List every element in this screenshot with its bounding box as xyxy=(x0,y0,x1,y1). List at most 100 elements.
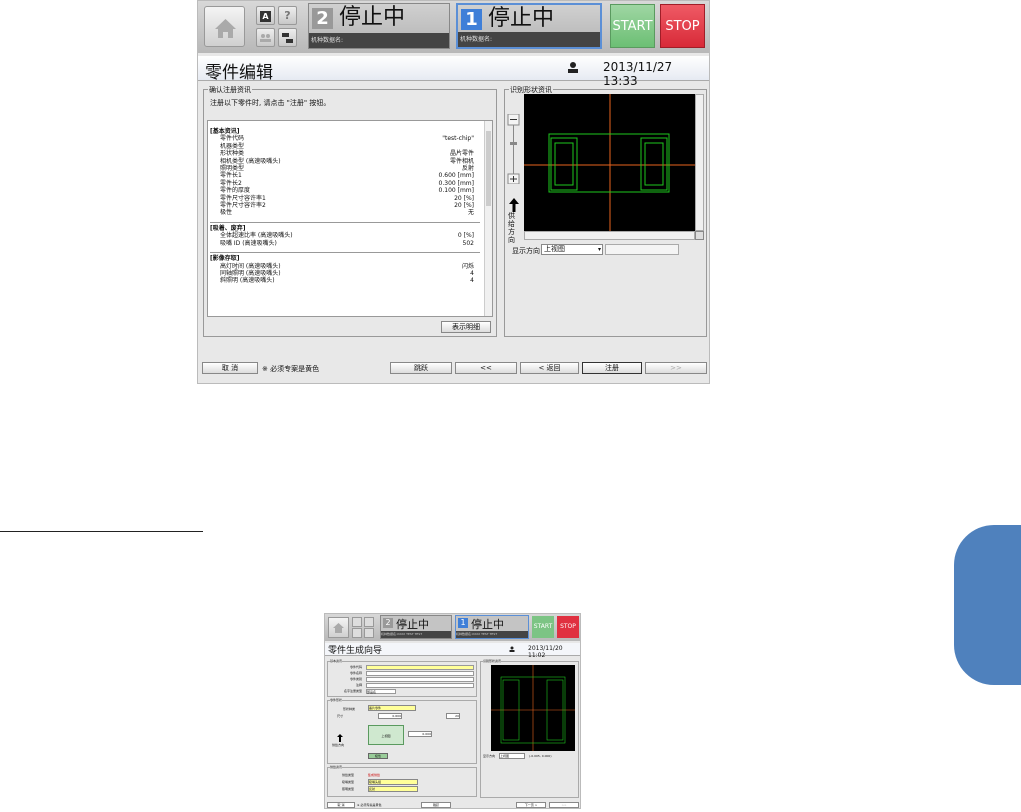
network-button[interactable] xyxy=(278,28,297,47)
help-button[interactable]: ? xyxy=(278,6,297,25)
dimension-input[interactable]: 0.600 xyxy=(378,713,402,719)
info-label: 斜照明 (高速吸嘴头) xyxy=(220,277,275,285)
machine-1-status[interactable]: 1 停止中 机种数据名:XXXX TEST TEST xyxy=(455,615,529,639)
nozzle-select[interactable]: 吸嘴头组 xyxy=(368,779,418,785)
horizontal-scrollbar[interactable] xyxy=(524,231,695,240)
cancel-button[interactable]: 取 消 xyxy=(202,362,258,374)
info-row: 全体超速比率 (高速吸嘴头) 0 [%] xyxy=(210,232,480,239)
info-row: 照明类型 反射 xyxy=(210,165,480,172)
polarity-button[interactable]: 极性 xyxy=(368,753,388,759)
light-select[interactable]: 反射 xyxy=(368,786,418,792)
last-page-button[interactable]: >> xyxy=(549,802,579,808)
info-row: 斜照明 (高速吸嘴头) 4 xyxy=(210,277,480,284)
info-label: 零件长1 xyxy=(220,172,242,180)
register-button[interactable]: 注册 xyxy=(582,362,642,374)
info-value: 反射 xyxy=(461,165,474,173)
fit-view-button[interactable] xyxy=(695,231,704,240)
machine-1-status[interactable]: 1 停止中 机种数据名: xyxy=(456,3,602,49)
mode-a-button[interactable] xyxy=(352,617,362,627)
info-label: 零件代码 xyxy=(220,135,245,143)
coordinate-field xyxy=(605,244,679,255)
top-toolbar: 2 停止中 机种数据名:XXXX TEST TEST 1 停止中 机种数据名:X… xyxy=(325,614,580,641)
user-icon xyxy=(568,62,578,73)
info-row: 零件尺寸容许率2 20 [%] xyxy=(210,202,480,209)
group-label: 确认注册资讯 xyxy=(208,85,252,95)
mode-a-button[interactable]: A xyxy=(256,6,275,25)
info-row: 形状种类 晶片零件 xyxy=(210,150,480,157)
help-button[interactable] xyxy=(364,617,374,627)
info-row: 吸嘴 ID (高速吸嘴头) 502 xyxy=(210,240,480,247)
info-sections: [基本资讯] 零件代码 "test-chip" 机器类型 形状种类 晶片零件 相机类型 (高… xyxy=(210,128,480,285)
field-input[interactable] xyxy=(366,683,474,688)
info-label: 零件的厚度 xyxy=(220,187,251,195)
shape-preview-canvas[interactable] xyxy=(491,665,575,751)
field-input[interactable] xyxy=(366,671,474,676)
field-input[interactable]: 部品名 xyxy=(366,689,396,694)
field-input[interactable] xyxy=(366,677,474,682)
jump-button[interactable]: 跳跃 xyxy=(421,802,451,808)
machine-status: 停止中 xyxy=(396,618,429,631)
confirm-registration-group: 确认注册资讯 注册以下零件时, 请点击 "注册" 按钮。 [基本资讯] 零件代码 "… xyxy=(203,85,497,337)
view-selector[interactable]: 上视图 xyxy=(368,725,404,745)
home-button[interactable] xyxy=(328,617,349,638)
tolerance-input[interactable]: 20 xyxy=(446,713,460,719)
group-label: 供给资讯 xyxy=(330,765,343,769)
operator-button[interactable] xyxy=(256,28,275,47)
display-direction-label: 显示方向 xyxy=(483,754,496,758)
user-icon xyxy=(509,646,515,652)
thickness-input[interactable]: 0.000 xyxy=(408,731,432,737)
info-row: 零件长1 0.600 [mm] xyxy=(210,172,480,179)
network-button[interactable] xyxy=(364,628,374,638)
last-page-button[interactable]: >> xyxy=(645,362,707,374)
zoom-slider[interactable] xyxy=(507,113,521,188)
supply-info-group: 供给资讯 供给类型 集成供给 吸嘴类型 吸嘴头组 照明类型 反射 xyxy=(327,765,477,797)
cancel-button[interactable]: 取 消 xyxy=(327,802,355,808)
page-divider xyxy=(0,531,203,532)
shape-kind-select[interactable]: 晶片零件 xyxy=(368,705,416,711)
info-value: 4 xyxy=(470,277,474,285)
scroll-thumb[interactable] xyxy=(486,131,491,206)
info-label: 吸嘴 ID (高速吸嘴头) xyxy=(220,239,277,247)
stop-button[interactable]: STOP xyxy=(660,4,705,48)
first-page-button[interactable]: << xyxy=(455,362,517,374)
info-value: 502 xyxy=(462,239,474,247)
display-direction-label: 显示方向 xyxy=(512,247,540,255)
feeder-value: 集成供给 xyxy=(368,773,381,777)
datetime: 2013/11/27 13:33 xyxy=(603,60,673,88)
info-value: 0.100 [mm] xyxy=(438,187,474,195)
info-row: 极性 无 xyxy=(210,209,480,216)
machine-2-status[interactable]: 2 停止中 机种数据名:XXXX TEST TEST xyxy=(380,615,452,639)
home-button[interactable] xyxy=(204,6,245,47)
shape-preview-canvas[interactable] xyxy=(524,94,695,231)
vertical-scrollbar[interactable] xyxy=(695,94,704,231)
machine-2-status[interactable]: 2 停止中 机种数据名: xyxy=(308,3,450,49)
display-direction-select[interactable]: 上视图 xyxy=(499,753,525,759)
field-input[interactable] xyxy=(366,665,474,670)
start-button[interactable]: START xyxy=(532,616,554,638)
start-button[interactable]: START xyxy=(610,4,655,48)
show-details-button[interactable]: 表示明细 xyxy=(441,321,491,333)
select-value: 上视图 xyxy=(544,245,565,253)
info-row: 高灯时间 (高速吸嘴头) 闪烁 xyxy=(210,263,480,270)
info-label: 形状种类 xyxy=(220,150,245,158)
operator-button[interactable] xyxy=(352,628,362,638)
info-row: 零件代码 "test-chip" xyxy=(210,135,480,142)
info-label: 全体超速比率 (高速吸嘴头) xyxy=(220,232,293,240)
back-button[interactable]: < 返回 xyxy=(520,362,579,374)
required-note: ※ 必须专案是黄色 xyxy=(357,803,382,807)
next-button[interactable]: 下一页 > xyxy=(516,802,546,808)
list-scrollbar[interactable] xyxy=(484,121,492,316)
machine-status: 停止中 xyxy=(339,5,406,30)
display-direction-select[interactable]: 上视图 ▾ xyxy=(541,244,603,255)
info-row: 机器类型 xyxy=(210,143,480,150)
stop-button[interactable]: STOP xyxy=(557,616,579,638)
light-label: 照明类型 xyxy=(342,787,355,791)
group-label: 零件形状 xyxy=(330,698,343,702)
jump-button[interactable]: 跳跃 xyxy=(390,362,452,374)
recognition-shape-group: 识别形状资讯 供给方向 显示方向 上视图 ▾ xyxy=(504,85,707,337)
home-icon xyxy=(215,19,236,38)
info-label: 极性 xyxy=(220,209,233,217)
field-label: 零件名称 xyxy=(349,671,362,675)
registration-info-list[interactable]: [基本资讯] 零件代码 "test-chip" 机器类型 形状种类 晶片零件 相机类型 (高… xyxy=(207,120,493,317)
machine-number: 2 xyxy=(383,618,393,628)
